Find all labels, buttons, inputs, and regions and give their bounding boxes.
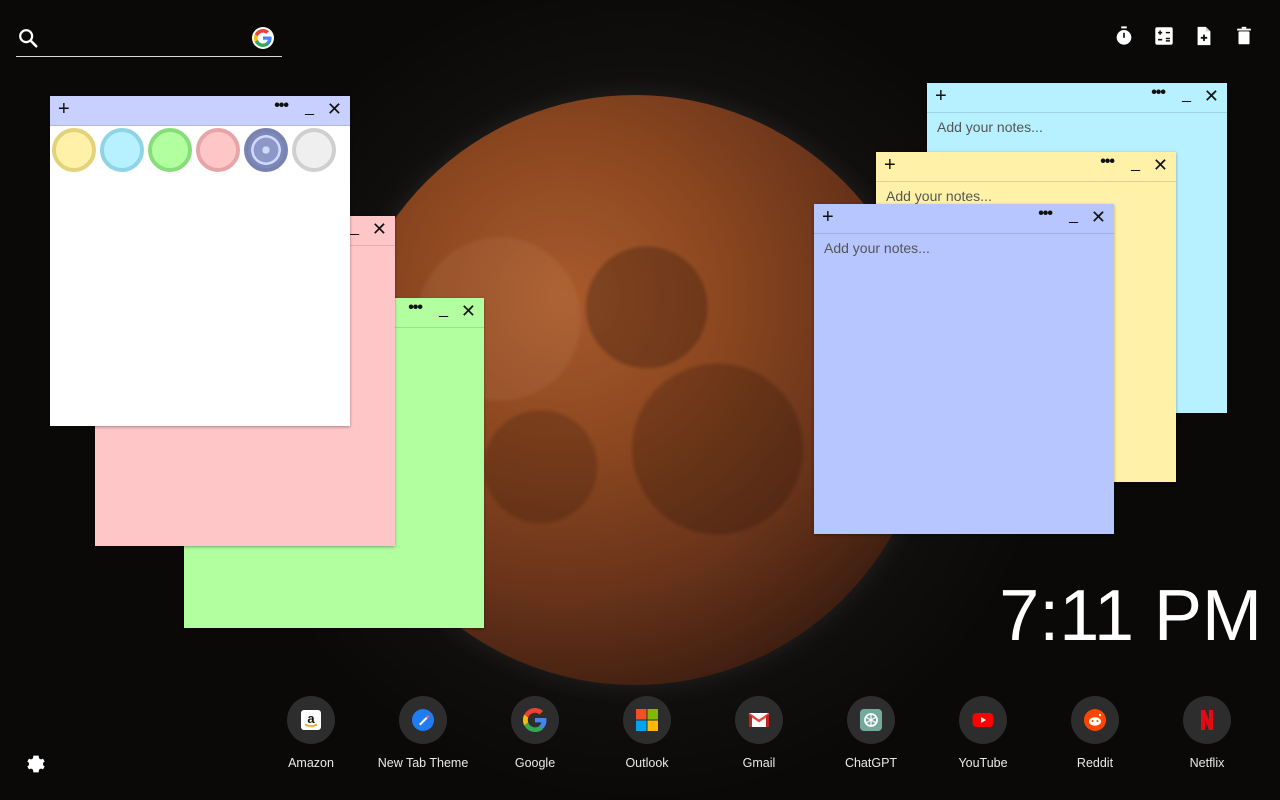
shortcut-label: New Tab Theme (377, 756, 469, 770)
minimize-button[interactable]: _ (439, 302, 448, 318)
shortcut-label: Google (514, 756, 556, 770)
close-button[interactable]: ✕ (461, 302, 476, 320)
close-button[interactable]: ✕ (327, 100, 342, 118)
search-icon (17, 27, 39, 49)
color-picker (50, 126, 350, 172)
trash-icon[interactable] (1232, 24, 1256, 48)
google-logo-icon[interactable] (252, 27, 274, 49)
close-button[interactable]: ✕ (1204, 87, 1219, 105)
shortcut-outlook[interactable]: Outlook (591, 696, 703, 770)
shortcut-reddit[interactable]: Reddit (1039, 696, 1151, 770)
swatch-yellow[interactable] (52, 128, 96, 172)
chatgpt-icon (847, 696, 895, 744)
microsoft-icon (623, 696, 671, 744)
shortcut-google[interactable]: Google (479, 696, 591, 770)
gmail-icon (735, 696, 783, 744)
shortcut-bar: a Amazon New Tab Theme Google Outlook Gm (255, 696, 1263, 770)
note-toolbar: + ••• _ ✕ (876, 152, 1176, 182)
swatch-pink[interactable] (196, 128, 240, 172)
add-note-button[interactable]: + (884, 155, 896, 175)
shortcut-label: YouTube (958, 756, 1008, 770)
stopwatch-icon[interactable] (1112, 24, 1136, 48)
shortcut-amazon[interactable]: a Amazon (255, 696, 367, 770)
minimize-button[interactable]: _ (350, 220, 359, 236)
minimize-button[interactable]: _ (305, 100, 314, 116)
search-bar[interactable] (16, 24, 282, 57)
note-options-button[interactable]: ••• (1100, 154, 1115, 170)
shortcut-netflix[interactable]: Netflix (1151, 696, 1263, 770)
minimize-button[interactable]: _ (1131, 156, 1140, 172)
settings-gear-icon[interactable] (26, 754, 46, 774)
swatch-green[interactable] (148, 128, 192, 172)
swatch-blue-selected[interactable] (244, 128, 288, 172)
note-options-button[interactable]: ••• (408, 300, 423, 316)
note-options-button[interactable]: ••• (274, 98, 289, 114)
note-toolbar: + ••• _ ✕ (814, 204, 1114, 234)
add-note-button[interactable]: + (822, 207, 834, 227)
note-toolbar: + ••• _ ✕ (927, 83, 1227, 113)
note-options-button[interactable]: ••• (1151, 85, 1166, 101)
clock-display: 7:11 PM (999, 576, 1262, 656)
shortcut-label: Reddit (1076, 756, 1114, 770)
new-tab-theme-icon (399, 696, 447, 744)
shortcut-chatgpt[interactable]: ChatGPT (815, 696, 927, 770)
shortcut-new-tab-theme[interactable]: New Tab Theme (367, 696, 479, 770)
note-add-icon[interactable] (1192, 24, 1216, 48)
search-input[interactable] (52, 26, 246, 52)
add-note-button[interactable]: + (935, 86, 947, 106)
svg-text:a: a (307, 711, 315, 726)
shortcut-label: Amazon (288, 756, 334, 770)
note-blue[interactable]: + ••• _ ✕ Add your notes... (814, 204, 1114, 534)
note-text-area[interactable]: Add your notes... (927, 113, 1227, 141)
add-note-button[interactable]: + (58, 99, 70, 119)
close-button[interactable]: ✕ (1153, 156, 1168, 174)
close-button[interactable]: ✕ (372, 220, 387, 238)
note-white-color-picker[interactable]: + ••• _ ✕ (50, 96, 350, 426)
swatch-white[interactable] (292, 128, 336, 172)
google-icon (511, 696, 559, 744)
note-text-area[interactable]: Add your notes... (814, 234, 1114, 262)
shortcut-label: Outlook (625, 756, 669, 770)
top-actions (1112, 24, 1256, 48)
amazon-icon: a (287, 696, 335, 744)
minimize-button[interactable]: _ (1069, 208, 1078, 224)
minimize-button[interactable]: _ (1182, 87, 1191, 103)
shortcut-gmail[interactable]: Gmail (703, 696, 815, 770)
shortcut-label: ChatGPT (844, 756, 898, 770)
youtube-icon (959, 696, 1007, 744)
shortcut-youtube[interactable]: YouTube (927, 696, 1039, 770)
close-button[interactable]: ✕ (1091, 208, 1106, 226)
shortcut-label: Gmail (742, 756, 776, 770)
shortcut-label: Netflix (1189, 756, 1225, 770)
note-toolbar: + ••• _ ✕ (50, 96, 350, 126)
reddit-icon (1071, 696, 1119, 744)
note-options-button[interactable]: ••• (1038, 206, 1053, 222)
calculator-icon[interactable] (1152, 24, 1176, 48)
netflix-icon (1183, 696, 1231, 744)
swatch-cyan[interactable] (100, 128, 144, 172)
